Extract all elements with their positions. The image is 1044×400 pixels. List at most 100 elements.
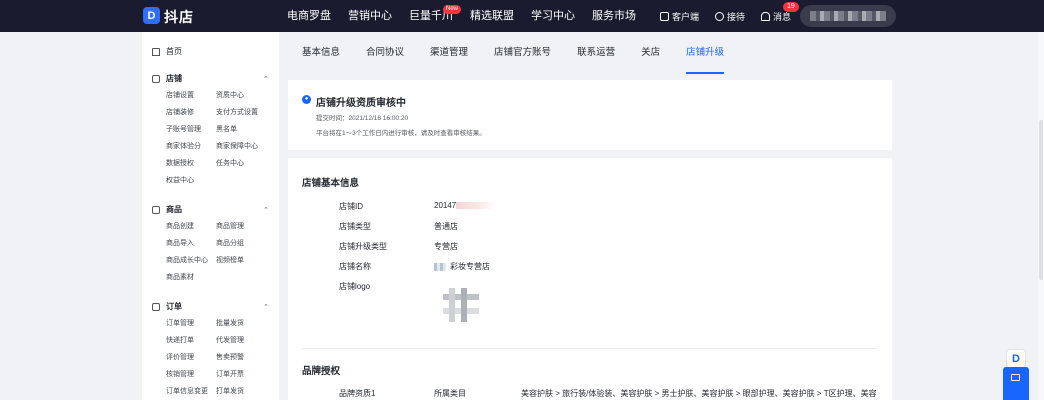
reception-label: 接待 (727, 11, 746, 22)
nav-learning[interactable]: 学习中心 (531, 0, 575, 32)
blurred-id (456, 202, 497, 209)
brand-auth-title: 品牌授权 (302, 366, 341, 377)
nav-qianchuan[interactable]: 巨量千川 New (409, 0, 461, 32)
client-button[interactable]: 客户端 (660, 10, 699, 23)
book-icon (1011, 374, 1020, 381)
sidebar-link[interactable]: 代发管理 (216, 336, 276, 346)
chevron-up-icon: ⌃ (263, 206, 269, 214)
nav-label: 营销中心 (348, 10, 392, 22)
sidebar-link[interactable]: 商品创建 (166, 222, 216, 232)
shop-info-title: 店铺基本信息 (302, 178, 360, 189)
shop-account-menu[interactable] (800, 5, 896, 27)
nav-marketing[interactable]: 营销中心 (348, 0, 392, 32)
sidebar-link[interactable]: 视频榜单 (216, 256, 276, 266)
nav-compass[interactable]: 电商罗盘 (287, 0, 331, 32)
shop-id-value: 20147 (434, 201, 497, 210)
shop-name-label: 店铺名称 (339, 262, 371, 271)
upgrade-type-label: 店铺升级类型 (339, 242, 387, 251)
shop-id-label: 店铺ID (339, 202, 363, 211)
sidebar-section-goods[interactable]: 商品 ⌃ (152, 204, 269, 215)
doudian-float-icon[interactable]: D (1006, 349, 1026, 369)
sidebar-section-shop[interactable]: 店铺 ⌃ (152, 73, 269, 84)
brand-name[interactable]: 抖店 (164, 7, 194, 27)
messages-button[interactable]: 消息 19 (761, 1, 799, 23)
chevron-up-icon: ⌃ (263, 75, 269, 83)
sidebar-link[interactable]: 商品导入 (166, 239, 216, 249)
sidebar-link[interactable]: 店铺装修 (166, 108, 216, 118)
tab-contract[interactable]: 合同协议 (366, 32, 404, 74)
sidebar-link[interactable]: 评价管理 (166, 353, 216, 363)
shop-logo-label: 店铺logo (339, 282, 371, 291)
order-icon (152, 302, 160, 311)
sidebar-link[interactable]: 商家保障中心 (216, 142, 276, 152)
settings-tabs: 基本信息 合同协议 渠道管理 店铺官方账号 联系运营 关店 店铺升级 (288, 32, 892, 74)
shop-type-value: 普通店 (434, 222, 458, 231)
status-title: 店铺升级资质审核中 (316, 98, 406, 109)
category-label: 所属类目 (434, 389, 466, 398)
home-icon (152, 47, 160, 56)
shop-icon (152, 74, 160, 83)
scrollbar-thumb[interactable] (1039, 120, 1043, 280)
nav-label: 服务市场 (592, 10, 636, 22)
goods-icon (152, 205, 160, 214)
reception-button[interactable]: 接待 (715, 10, 745, 23)
shop-name-value: 彩妆专营店 (434, 261, 490, 272)
top-nav: 电商罗盘 营销中心 巨量千川 New 精选联盟 学习中心 服务市场 (287, 0, 653, 32)
sidebar: 首页 店铺 ⌃ 店铺设置 资质中心 店铺装修 支付方式设置 子账号管理 黑名单 商… (142, 32, 279, 400)
top-right-actions: 客户端 接待 消息 19 (660, 0, 807, 32)
sidebar-link[interactable]: 商品素材 (166, 273, 216, 283)
blurred-name-prefix (434, 262, 446, 271)
submit-time: 提交时间：2021/12/18 16:00:20 (316, 115, 409, 122)
headset-icon (715, 11, 725, 21)
sidebar-link[interactable]: 订单开票 (216, 370, 276, 380)
tab-contact-ops[interactable]: 联系运营 (577, 32, 615, 74)
sidebar-link[interactable]: 子账号管理 (166, 125, 216, 135)
category-value: 美容护肤 > 旅行装/体验装、美容护肤 > 男士护肤、美容护肤 > 眼部护理、美… (521, 389, 877, 398)
sidebar-link[interactable]: 数据授权 (166, 159, 216, 169)
sidebar-link[interactable]: 快递打单 (166, 336, 216, 346)
sidebar-item-home[interactable]: 首页 (152, 46, 182, 57)
sidebar-link[interactable]: 任务中心 (216, 159, 276, 169)
chevron-up-icon: ⌃ (263, 303, 269, 311)
float-help-button[interactable] (1003, 367, 1029, 400)
sidebar-section-orders[interactable]: 订单 ⌃ (152, 301, 269, 312)
sidebar-link[interactable]: 店铺设置 (166, 91, 216, 101)
nav-service-market[interactable]: 服务市场 (592, 0, 636, 32)
shop-info-card: 店铺基本信息 店铺ID 20147 店铺类型 普通店 店铺升级类型 专营店 店铺… (288, 158, 892, 400)
sidebar-link[interactable]: 商品成长中心 (166, 256, 216, 266)
section-title: 商品 (166, 205, 182, 214)
shop-id-text: 20147 (434, 201, 457, 210)
doudian-logo-icon[interactable]: D (143, 7, 160, 24)
shop-name-text: 彩妆专营店 (450, 262, 490, 271)
brand-qualification-label: 品牌资质1 (339, 389, 376, 398)
tab-basic-info[interactable]: 基本信息 (302, 32, 340, 74)
sidebar-link[interactable]: 批量发货 (216, 319, 276, 329)
upgrade-type-value: 专营店 (434, 242, 458, 251)
sidebar-link[interactable]: 支付方式设置 (216, 108, 276, 118)
sidebar-links-shop: 店铺设置 资质中心 店铺装修 支付方式设置 子账号管理 黑名单 商家体验分 商家… (166, 91, 276, 186)
nav-alliance[interactable]: 精选联盟 (470, 0, 514, 32)
sidebar-link[interactable]: 商品管理 (216, 222, 276, 232)
tab-shop-upgrade[interactable]: 店铺升级 (686, 32, 725, 74)
tab-official-account[interactable]: 店铺官方账号 (494, 32, 551, 74)
blurred-shop-name (810, 11, 886, 21)
sidebar-link[interactable]: 商品分组 (216, 239, 276, 249)
nav-label: 电商罗盘 (287, 10, 331, 22)
sidebar-link[interactable]: 商家体验分 (166, 142, 216, 152)
sidebar-link[interactable]: 资质中心 (216, 91, 276, 101)
monitor-icon (660, 11, 669, 21)
sidebar-link[interactable]: 打单发货 (216, 387, 276, 397)
message-count-badge: 19 (783, 1, 799, 12)
shop-type-label: 店铺类型 (339, 222, 371, 231)
sidebar-link[interactable]: 售卖预警 (216, 353, 276, 363)
clock-icon: ● (302, 95, 311, 104)
sidebar-link[interactable]: 订单管理 (166, 319, 216, 329)
nav-label: 学习中心 (531, 10, 575, 22)
tab-channel[interactable]: 渠道管理 (430, 32, 468, 74)
tab-close-shop[interactable]: 关店 (641, 32, 660, 74)
sidebar-link[interactable]: 权益中心 (166, 176, 216, 186)
sidebar-home-label: 首页 (166, 47, 182, 56)
sidebar-link[interactable]: 订单信息变更 (166, 387, 216, 397)
sidebar-link[interactable]: 核销管理 (166, 370, 216, 380)
sidebar-link[interactable]: 黑名单 (216, 125, 276, 135)
